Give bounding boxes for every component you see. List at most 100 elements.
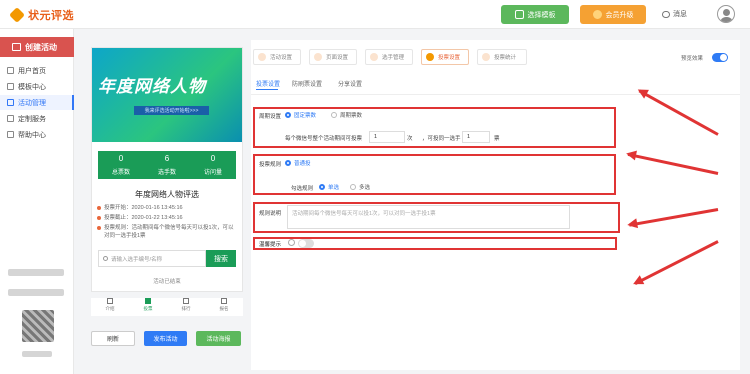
step-player-management[interactable]: 选手管理 bbox=[365, 49, 413, 65]
qr-code bbox=[22, 310, 54, 342]
radio-label: 单选 bbox=[328, 185, 340, 191]
votes-unit: 票 bbox=[494, 136, 500, 142]
radio-label: 普通投 bbox=[294, 161, 311, 167]
step-vote-stats[interactable]: 投票统计 bbox=[477, 49, 527, 65]
blurred-info bbox=[22, 351, 52, 357]
template-icon bbox=[7, 83, 14, 90]
select-rule-label: 勾选规则 bbox=[291, 186, 314, 192]
stats-bar: 0 总票数 6 选手数 0 访问量 bbox=[98, 151, 236, 179]
stat-label: 总票数 bbox=[111, 170, 130, 176]
tab-vote[interactable]: 投票 bbox=[129, 298, 167, 316]
search-placeholder: 请输入选手编号/名称 bbox=[111, 256, 163, 263]
sidebar: 创建活动 用户首页 模板中心 活动管理 定制服务 帮助中心 bbox=[0, 29, 74, 374]
blurred-info bbox=[8, 269, 64, 276]
sidebar-item-activities[interactable]: 活动管理 bbox=[0, 95, 74, 110]
tab-anti-fraud[interactable]: 防刷票设置 bbox=[292, 79, 322, 88]
annotation-arrow bbox=[634, 240, 719, 286]
preview-toggle[interactable] bbox=[712, 53, 728, 62]
vip-upgrade-button[interactable]: 会员升级 bbox=[580, 5, 646, 24]
vip-upgrade-label: 会员升级 bbox=[605, 11, 634, 19]
top-header: 状元评选 选择模板 会员升级 消息 bbox=[0, 0, 750, 29]
step-icon bbox=[482, 53, 490, 61]
step-label: 投票设置 bbox=[438, 55, 461, 61]
avatar-head bbox=[723, 9, 730, 16]
tab-label: 投票 bbox=[143, 306, 153, 311]
user-avatar[interactable] bbox=[717, 5, 735, 23]
help-icon[interactable] bbox=[288, 239, 295, 246]
messages-link[interactable]: 消息 bbox=[662, 9, 687, 19]
ended-notice: 活动已结束 bbox=[153, 279, 181, 285]
sidebar-item-templates[interactable]: 模板中心 bbox=[0, 79, 74, 94]
sidebar-item-label: 帮助中心 bbox=[18, 131, 46, 139]
radio-icon bbox=[285, 160, 291, 166]
votes-input[interactable]: 1 bbox=[462, 131, 490, 143]
app-name: 状元评选 bbox=[28, 9, 74, 22]
help-icon bbox=[7, 131, 14, 138]
radio-single[interactable]: 单选 bbox=[319, 183, 339, 191]
sidebar-item-home[interactable]: 用户首页 bbox=[0, 63, 74, 78]
radio-icon bbox=[331, 112, 337, 118]
radio-multi[interactable]: 多选 bbox=[350, 183, 370, 191]
tab-underline bbox=[256, 89, 278, 90]
tab-vote-settings[interactable]: 投票设置 bbox=[256, 79, 280, 88]
step-activity-settings[interactable]: 活动设置 bbox=[253, 49, 301, 65]
create-activity-label: 创建活动 bbox=[25, 42, 57, 52]
radio-label: 多选 bbox=[359, 185, 371, 191]
sidebar-item-custom[interactable]: 定制服务 bbox=[0, 111, 74, 126]
radio-label: 周期票数 bbox=[340, 113, 363, 119]
step-vote-settings[interactable]: 投票设置 bbox=[421, 49, 469, 65]
radio-fixed-votes[interactable]: 固定票数 bbox=[285, 111, 316, 119]
tab-share-settings[interactable]: 分享设置 bbox=[338, 79, 362, 88]
rule-description-textarea[interactable]: 活动期间每个微信号每天可以投1次，可以对同一选手投1票 bbox=[287, 205, 570, 229]
activity-title: 年度网络人物评选 bbox=[135, 190, 199, 199]
step-icon bbox=[258, 53, 266, 61]
radio-icon bbox=[319, 184, 325, 190]
refresh-button[interactable]: 刷新 bbox=[91, 331, 135, 346]
alert-toggle[interactable] bbox=[298, 239, 314, 248]
times-unit: 次 bbox=[407, 136, 413, 142]
search-input[interactable]: 请输入选手编号/名称 bbox=[98, 250, 206, 267]
radio-normal-vote[interactable]: 普通投 bbox=[285, 159, 311, 167]
intro-icon bbox=[107, 298, 113, 304]
desc-label: 规则说明 bbox=[259, 211, 282, 217]
create-icon bbox=[12, 43, 21, 51]
stat-value: 0 bbox=[118, 154, 124, 163]
phone-preview: 年度网络人物 我来评选活动开始啦>>> 0 总票数 6 选手数 0 访问量 年度网络人… bbox=[91, 47, 243, 292]
logo-icon bbox=[9, 6, 25, 23]
publish-button[interactable]: 发布活动 bbox=[144, 331, 187, 346]
signup-icon bbox=[221, 298, 227, 304]
info-row: 投票规则：活动期间每个微信号每天可以投1次，可以对同一选手投1票 bbox=[97, 224, 239, 240]
step-page-settings[interactable]: 页面设置 bbox=[309, 49, 357, 65]
sidebar-item-label: 定制服务 bbox=[18, 115, 46, 123]
clock-icon bbox=[97, 206, 101, 210]
cycle-sentence: 每个微信号整个活动期间可投票 bbox=[285, 136, 363, 142]
tab-intro[interactable]: 介绍 bbox=[91, 298, 129, 316]
annotation-arrow bbox=[629, 208, 719, 227]
step-icon bbox=[370, 53, 378, 61]
radio-icon bbox=[350, 184, 356, 190]
same-player-text: ，可投同一选手 bbox=[422, 136, 461, 142]
info-text: 投票开始：2020-01-16 13:45:16 bbox=[104, 205, 183, 211]
select-template-label: 选择模板 bbox=[527, 11, 556, 19]
sidebar-item-help[interactable]: 帮助中心 bbox=[0, 127, 74, 142]
create-activity-button[interactable]: 创建活动 bbox=[0, 37, 74, 57]
template-icon bbox=[514, 10, 524, 19]
messages-label: 消息 bbox=[673, 11, 687, 18]
select-template-button[interactable]: 选择模板 bbox=[501, 5, 569, 24]
clock-icon bbox=[97, 216, 101, 220]
poster-button[interactable]: 活动海报 bbox=[196, 331, 241, 346]
tab-label: 介绍 bbox=[105, 306, 115, 311]
search-icon bbox=[103, 256, 108, 261]
stat-visits: 0 访问量 bbox=[190, 151, 236, 179]
search-button[interactable]: 搜索 bbox=[206, 250, 236, 267]
tab-signup[interactable]: 报名 bbox=[205, 298, 243, 316]
vip-icon bbox=[592, 10, 602, 19]
toggle-knob bbox=[299, 240, 306, 247]
app-logo[interactable]: 状元评选 bbox=[9, 6, 74, 23]
radio-cycle-votes[interactable]: 周期票数 bbox=[331, 111, 362, 119]
step-label: 选手管理 bbox=[382, 55, 405, 61]
avatar-body bbox=[720, 17, 733, 22]
times-input[interactable]: 1 bbox=[369, 131, 405, 143]
info-text: 投票截止：2020-01-22 13:45:16 bbox=[104, 215, 183, 221]
tab-rank[interactable]: 排行 bbox=[167, 298, 205, 316]
